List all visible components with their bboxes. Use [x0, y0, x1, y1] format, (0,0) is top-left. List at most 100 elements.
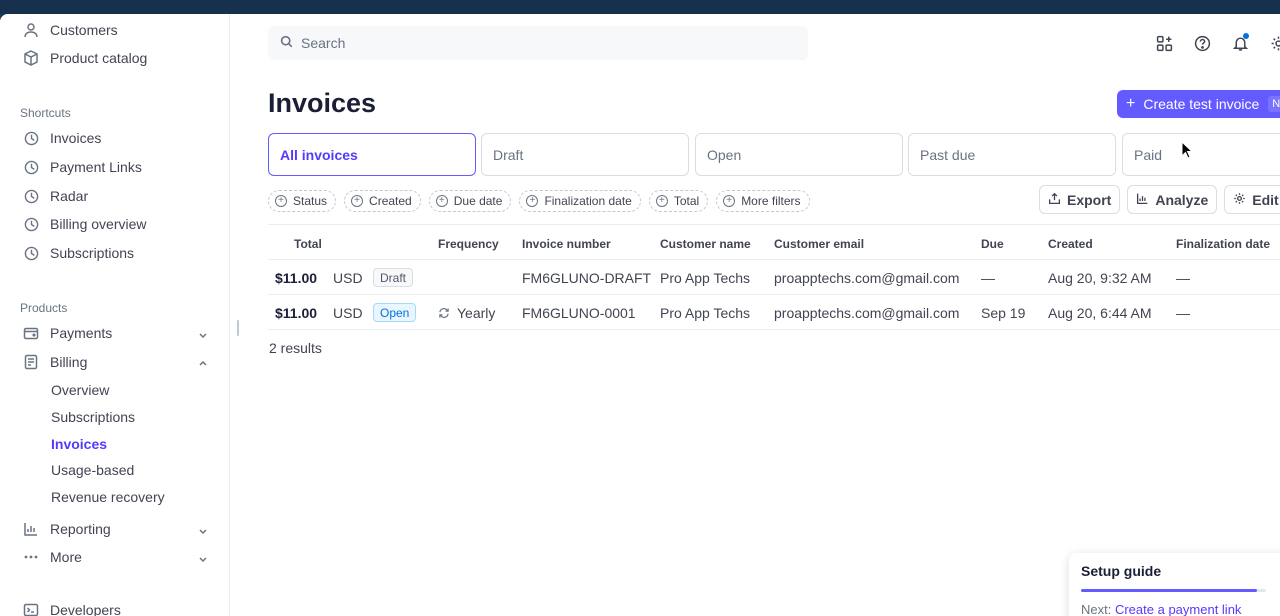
filter-finalization-date[interactable]: + Finalization date — [519, 190, 641, 212]
due-date: — — [981, 270, 995, 286]
sidebar-shortcut-payment-links[interactable]: Payment Links — [20, 154, 214, 180]
billing-sub-overview[interactable]: Overview — [51, 379, 109, 401]
filter-total[interactable]: + Total — [648, 190, 709, 212]
window-top-bar — [0, 0, 1280, 14]
clock-icon — [22, 187, 40, 205]
tab-paid[interactable]: Paid — [1122, 133, 1280, 176]
tab-past-due[interactable]: Past due — [908, 133, 1116, 176]
help-icon[interactable] — [1192, 33, 1212, 53]
billing-sub-revenue-recovery[interactable]: Revenue recovery — [51, 486, 165, 508]
chevron-down-icon — [198, 327, 208, 343]
sidebar-item-developers[interactable]: Developers — [20, 597, 214, 616]
header-icons — [1154, 33, 1280, 53]
column-header-total[interactable]: Total — [294, 237, 322, 251]
sidebar-shortcut-subscriptions[interactable]: Subscriptions — [20, 240, 214, 266]
column-header-created[interactable]: Created — [1048, 237, 1093, 251]
filter-label: Status — [293, 194, 328, 208]
sidebar-item-label: Customers — [50, 22, 118, 38]
sidebar-item-customers[interactable]: Customers — [20, 17, 214, 43]
tab-draft[interactable]: Draft — [481, 133, 689, 176]
gear-icon[interactable] — [1268, 33, 1280, 53]
sidebar-item-label: More — [50, 549, 82, 565]
clock-icon — [22, 244, 40, 262]
column-header-finalization-date[interactable]: Finalization date — [1176, 237, 1270, 251]
column-header-due[interactable]: Due — [981, 237, 1004, 251]
filter-more[interactable]: + More filters — [716, 190, 810, 212]
sidebar-item-label: Radar — [50, 188, 89, 204]
wallet-icon — [22, 324, 40, 342]
edit-columns-button[interactable]: Edit co — [1224, 185, 1280, 214]
analyze-button[interactable]: Analyze — [1127, 185, 1218, 214]
sidebar-shortcut-radar[interactable]: Radar — [20, 183, 214, 209]
customer-name: Pro App Techs — [660, 270, 751, 286]
column-header-customer-name[interactable]: Customer name — [660, 237, 751, 251]
mouse-cursor-icon — [1181, 141, 1193, 159]
chevron-up-icon — [198, 356, 208, 372]
export-button[interactable]: Export — [1039, 185, 1121, 214]
analyze-label: Analyze — [1155, 191, 1209, 208]
sidebar-shortcut-billing-overview[interactable]: Billing overview — [20, 211, 214, 237]
customer-name: Pro App Techs — [660, 305, 751, 321]
table-row[interactable]: $11.00 USD Draft FM6GLUNO-DRAFT Pro App … — [268, 260, 1280, 295]
tab-open[interactable]: Open — [695, 133, 903, 176]
sidebar-item-payments[interactable]: Payments — [20, 320, 214, 346]
billing-sub-invoices[interactable]: Invoices — [51, 433, 107, 455]
plus-circle-icon: + — [435, 195, 448, 207]
invoice-number: FM6GLUNO-0001 — [522, 305, 636, 321]
plus-circle-icon: + — [351, 195, 364, 207]
filter-due-date[interactable]: + Due date — [428, 190, 512, 212]
setup-next-step: Next: Create a payment link — [1081, 602, 1280, 616]
sidebar-item-more[interactable]: More — [20, 544, 214, 570]
plus-circle-icon: + — [526, 195, 539, 207]
billing-sub-subscriptions[interactable]: Subscriptions — [51, 406, 135, 428]
billing-sub-usage-based[interactable]: Usage-based — [51, 459, 134, 481]
clock-icon — [22, 158, 40, 176]
export-label: Export — [1067, 191, 1112, 208]
setup-progress-fill — [1081, 589, 1257, 592]
table-header: Total Frequency Invoice number Customer … — [268, 224, 1280, 260]
keyboard-shortcut-badge: N — [1268, 96, 1280, 112]
invoice-amount: $11.00 — [275, 270, 318, 286]
setup-guide-panel[interactable]: Setup guide Next: Create a payment link — [1069, 553, 1280, 616]
filter-created[interactable]: + Created — [344, 190, 421, 212]
sidebar-item-reporting[interactable]: Reporting — [20, 516, 214, 542]
setup-guide-title: Setup guide — [1081, 563, 1162, 579]
column-header-frequency[interactable]: Frequency — [438, 237, 499, 251]
page-title: Invoices — [268, 88, 377, 118]
chevron-down-icon — [198, 523, 208, 539]
table-row[interactable]: $11.00 USD Open Yearly FM6GLUNO-0001 Pro… — [268, 295, 1280, 330]
search-icon — [280, 35, 301, 51]
create-test-invoice-button[interactable]: + Create test invoice N — [1117, 90, 1280, 118]
create-payment-link-link[interactable]: Create a payment link — [1115, 602, 1241, 616]
invoice-currency: USD — [333, 305, 363, 321]
sidebar-item-label: Billing — [50, 354, 88, 370]
sidebar-item-label: Subscriptions — [50, 245, 135, 261]
sidebar-item-billing[interactable]: Billing — [20, 349, 214, 375]
tab-all-invoices[interactable]: All invoices — [268, 133, 476, 176]
sidebar-item-label: Developers — [50, 602, 121, 616]
sidebar-shortcut-invoices[interactable]: Invoices — [20, 125, 214, 151]
column-header-customer-email[interactable]: Customer email — [774, 237, 864, 251]
filter-label: More filters — [741, 194, 801, 208]
sidebar-item-label: Product catalog — [50, 50, 148, 66]
billing-icon — [22, 353, 40, 371]
sidebar-item-label: Reporting — [50, 521, 111, 537]
bar-chart-icon — [1136, 192, 1155, 208]
filter-status[interactable]: + Status — [268, 190, 337, 212]
gear-icon — [1233, 192, 1252, 208]
sidebar-resize-handle[interactable] — [237, 320, 239, 336]
shortcuts-heading: Shortcuts — [20, 106, 71, 120]
create-button-label: Create test invoice — [1143, 96, 1260, 112]
apps-icon[interactable] — [1154, 33, 1174, 53]
column-header-invoice-number[interactable]: Invoice number — [522, 237, 611, 251]
export-icon — [1048, 192, 1067, 208]
sidebar-item-product-catalog[interactable]: Product catalog — [20, 45, 214, 71]
search-input[interactable]: Search — [268, 26, 808, 60]
products-heading: Products — [20, 301, 68, 315]
finalization-date: — — [1176, 305, 1190, 321]
sidebar-item-label: Invoices — [50, 130, 102, 146]
plus-circle-icon: + — [655, 195, 668, 207]
bell-icon[interactable] — [1230, 33, 1250, 53]
sidebar-item-label: Payment Links — [50, 159, 142, 175]
invoice-currency: USD — [333, 270, 363, 286]
